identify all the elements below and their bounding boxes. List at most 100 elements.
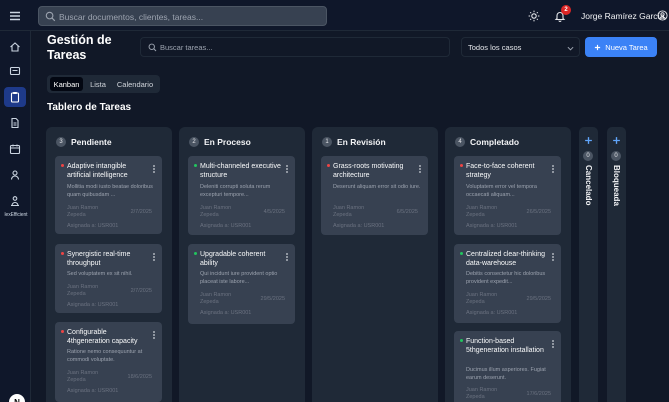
kanban-column-pendiente: 3 Pendiente Adaptive intangible artifici… — [46, 127, 172, 402]
kanban-column-completado: 4 Completado Face-to-face coherent strat… — [445, 127, 571, 402]
task-card[interactable]: Configurable 4thgeneration capacity Rati… — [55, 322, 162, 402]
plus-icon[interactable] — [612, 136, 621, 145]
more-vertical-icon[interactable] — [151, 252, 157, 262]
column-title: Bloqueada — [612, 165, 621, 206]
brand-logo: lexEfficient — [4, 212, 28, 218]
task-assignee: Asignada a: USR001 — [67, 388, 119, 394]
task-card[interactable]: Function-based 5thgeneration installatio… — [454, 331, 561, 402]
plus-icon — [595, 44, 601, 50]
task-assignee: Asignada a: USR001 — [200, 310, 252, 316]
menu-icon[interactable] — [8, 9, 22, 23]
task-person: Juan Ramon Zepeda — [333, 205, 365, 218]
plus-icon[interactable] — [584, 136, 593, 145]
task-description: Voluptatem error vel tempora occaecati a… — [466, 184, 537, 198]
task-card[interactable]: Adaptive intangible artificial intellige… — [55, 156, 162, 234]
task-person: Juan Ramon Zepeda — [67, 370, 99, 383]
chevron-down-icon — [567, 46, 574, 51]
column-count: 4 — [455, 137, 465, 147]
task-title: Face-to-face coherent strategy — [466, 163, 535, 179]
sidebar-item-inbox[interactable] — [4, 61, 26, 81]
avatar[interactable]: N — [9, 394, 25, 402]
more-vertical-icon[interactable] — [151, 330, 157, 340]
task-assignee: Asignada a: USR001 — [67, 302, 119, 308]
search-icon — [148, 43, 157, 52]
task-assignee: Asignada a: USR001 — [67, 223, 119, 229]
clipboard-icon — [10, 92, 20, 103]
task-search-input[interactable] — [160, 40, 440, 55]
task-description: Deleniti corrupti soluta rerum excepturi… — [200, 184, 271, 198]
collapsed-column-bloqueada[interactable]: 0 Bloqueada — [607, 127, 626, 402]
more-vertical-icon[interactable] — [417, 164, 423, 174]
task-title: Centralized clear-thinking data-warehous… — [466, 251, 545, 267]
more-vertical-icon[interactable] — [151, 164, 157, 174]
sidebar-item-tasks[interactable] — [4, 87, 26, 107]
page-title: Gestión de Tareas — [47, 33, 112, 62]
more-vertical-icon[interactable] — [284, 164, 290, 174]
more-vertical-icon[interactable] — [550, 164, 556, 174]
task-card[interactable]: Multi-channeled executive structure Dele… — [188, 156, 295, 235]
task-date: 18/6/2025 — [127, 374, 152, 380]
task-card[interactable]: Grass-roots motivating architecture Dese… — [321, 156, 428, 235]
calendar-icon — [9, 144, 21, 155]
task-search[interactable] — [140, 37, 450, 57]
task-title: Function-based 5thgeneration installatio… — [466, 338, 544, 354]
global-search-input[interactable] — [59, 9, 319, 24]
search-icon — [45, 11, 56, 22]
priority-dot — [61, 164, 64, 167]
sidebar-item-documents[interactable] — [4, 113, 26, 133]
task-person: Juan Ramon Zepeda — [466, 387, 498, 400]
view-tabs: Kanban Lista Calendario — [47, 75, 160, 93]
sidebar: lexEfficient N — [0, 31, 31, 402]
collapsed-column-cancelado[interactable]: 0 Cancelado — [579, 127, 598, 402]
task-card[interactable]: Synergistic real-time throughput Sed vol… — [55, 244, 162, 313]
tab-calendario[interactable]: Calendario — [113, 77, 157, 91]
more-vertical-icon[interactable] — [550, 339, 556, 349]
task-title: Adaptive intangible artificial intellige… — [67, 163, 128, 179]
task-description: Ducimus illum asperiores. Fugiat earum d… — [466, 367, 546, 381]
task-person: Juan Ramon Zepeda — [67, 284, 99, 297]
tab-lista[interactable]: Lista — [85, 77, 111, 91]
task-card[interactable]: Face-to-face coherent strategy Voluptate… — [454, 156, 561, 235]
priority-dot — [194, 252, 197, 255]
task-description: Qui incidunt iure provident optio placea… — [200, 271, 278, 285]
tab-kanban[interactable]: Kanban — [50, 77, 83, 91]
task-assignee: Asignada a: USR001 — [466, 310, 518, 316]
kanban-column-en-revision: 1 En Revisión Grass-roots motivating arc… — [312, 127, 438, 402]
case-filter-select[interactable]: Todos los casos — [461, 37, 580, 57]
task-card[interactable]: Upgradable coherent ability Qui incidunt… — [188, 244, 295, 324]
inbox-icon — [9, 66, 21, 76]
task-title: Configurable 4thgeneration capacity — [67, 329, 138, 345]
task-title: Grass-roots motivating architecture — [333, 163, 404, 179]
column-count: 3 — [56, 137, 66, 147]
sidebar-item-team[interactable] — [4, 191, 26, 211]
task-date: 26/5/2025 — [526, 209, 551, 215]
task-title: Multi-channeled executive structure — [200, 163, 281, 179]
board-title: Tablero de Tareas — [47, 102, 132, 113]
priority-dot — [460, 164, 463, 167]
task-date: 17/6/2025 — [526, 391, 551, 397]
task-card[interactable]: Centralized clear-thinking data-warehous… — [454, 244, 561, 323]
global-search[interactable] — [38, 6, 327, 26]
sun-icon[interactable] — [528, 10, 540, 22]
task-assignee: Asignada a: USR001 — [333, 223, 385, 229]
priority-dot — [327, 164, 330, 167]
sidebar-item-home[interactable] — [4, 37, 26, 57]
priority-dot — [460, 339, 463, 342]
column-title: Pendiente — [71, 137, 112, 147]
users-icon — [10, 170, 20, 180]
priority-dot — [460, 252, 463, 255]
more-vertical-icon[interactable] — [550, 252, 556, 262]
task-person: Juan Ramon Zepeda — [67, 205, 99, 218]
task-person: Juan Ramon Zepeda — [200, 205, 232, 218]
priority-dot — [61, 252, 64, 255]
task-description: Ratione nemo consequuntur at commodi vol… — [67, 349, 143, 363]
task-description: Debitis consectetur hic doloribus provid… — [466, 271, 546, 285]
new-task-button[interactable]: Nueva Tarea — [585, 37, 657, 57]
sidebar-item-clients[interactable] — [4, 165, 26, 185]
user-name[interactable]: Jorge Ramírez García — [581, 11, 665, 21]
more-vertical-icon[interactable] — [284, 252, 290, 262]
task-date: 29/5/2025 — [260, 296, 285, 302]
user-circle-icon[interactable] — [657, 10, 668, 21]
sidebar-item-calendar[interactable] — [4, 139, 26, 159]
task-person: Juan Ramon Zepeda — [466, 205, 498, 218]
